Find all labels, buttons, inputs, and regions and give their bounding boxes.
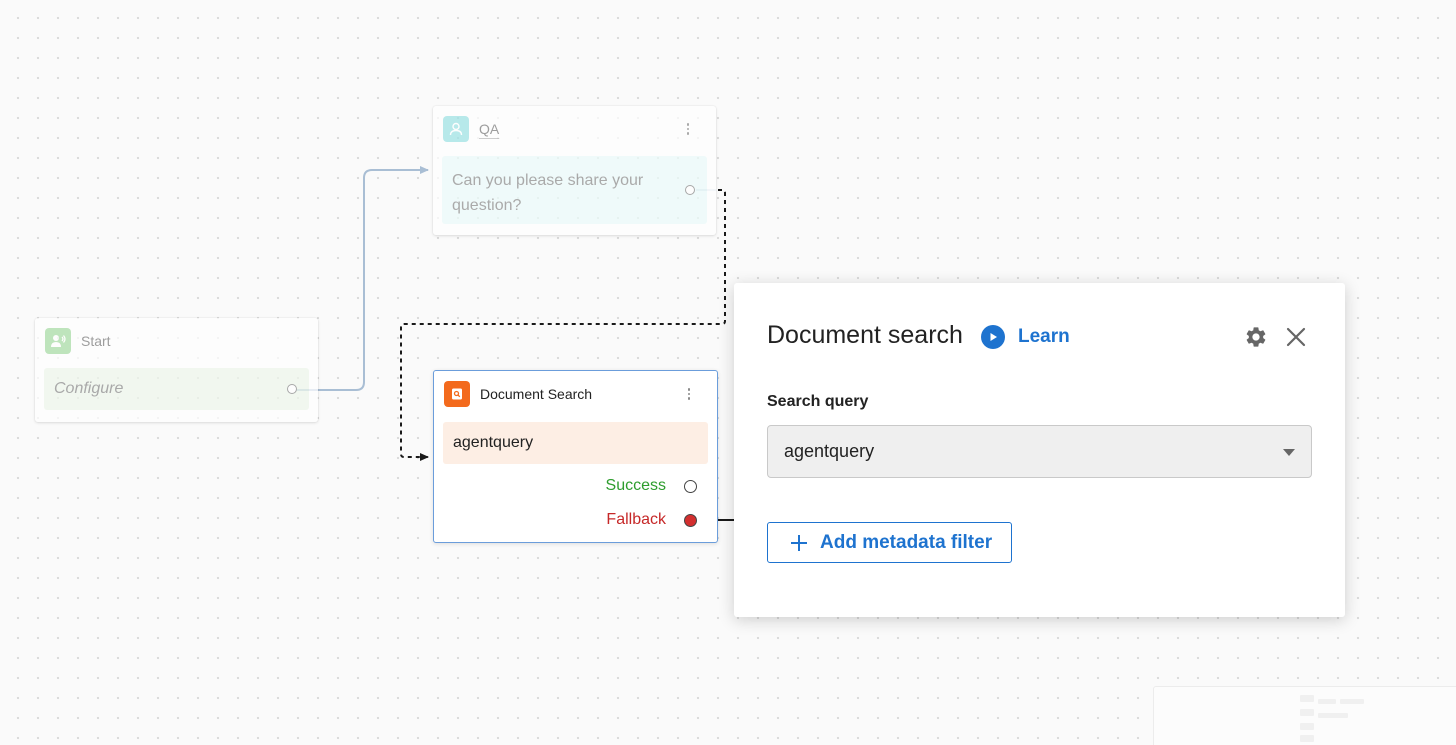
fallback-outcome-label: Fallback (606, 511, 666, 528)
qa-node-title: QA (479, 121, 500, 137)
search-query-select[interactable]: agentquery (767, 425, 1312, 478)
success-outcome-label: Success (605, 477, 666, 494)
minimap-node (1318, 699, 1336, 704)
document-search-node-menu-icon[interactable] (683, 385, 695, 403)
start-output-port[interactable] (287, 384, 297, 394)
document-search-query-chip[interactable]: agentquery (443, 422, 708, 464)
minimap-node (1300, 695, 1314, 702)
panel-title: Document search (767, 321, 963, 349)
qa-node-prompt[interactable]: Can you please share your question? (442, 156, 707, 224)
document-search-icon (444, 381, 470, 407)
qa-node-menu-icon[interactable] (682, 120, 694, 138)
learn-button[interactable]: Learn (981, 323, 1070, 351)
minimap-node (1340, 699, 1364, 704)
play-icon (981, 325, 1005, 349)
success-output-port[interactable] (684, 480, 697, 493)
start-node[interactable]: Start Configure (35, 318, 318, 422)
qa-node[interactable]: QA Can you please share your question? (433, 106, 716, 235)
plus-icon (790, 534, 808, 552)
minimap-node (1300, 723, 1314, 730)
minimap[interactable] (1153, 686, 1456, 745)
minimap-node (1300, 709, 1314, 716)
chevron-down-icon (1283, 449, 1295, 456)
document-search-node[interactable]: Document Search agentquery Success Fallb… (433, 370, 718, 543)
close-icon[interactable] (1284, 325, 1308, 349)
user-icon (443, 116, 469, 142)
search-query-label: Search query (767, 393, 869, 410)
gear-icon[interactable] (1244, 325, 1268, 349)
add-metadata-filter-label: Add metadata filter (820, 531, 993, 553)
minimap-node (1300, 735, 1314, 742)
search-query-value: agentquery (784, 441, 875, 461)
start-node-title: Start (81, 333, 111, 349)
start-person-speaking-icon (45, 328, 71, 354)
fallback-output-port[interactable] (684, 514, 697, 527)
minimap-node (1318, 713, 1348, 718)
learn-label: Learn (1018, 326, 1070, 347)
document-search-panel: Document search Learn Search query agent… (734, 283, 1345, 617)
document-search-node-title: Document Search (480, 386, 593, 402)
add-metadata-filter-button[interactable]: Add metadata filter (767, 522, 1012, 563)
qa-output-port[interactable] (685, 185, 695, 195)
start-node-configure[interactable]: Configure (44, 368, 309, 410)
